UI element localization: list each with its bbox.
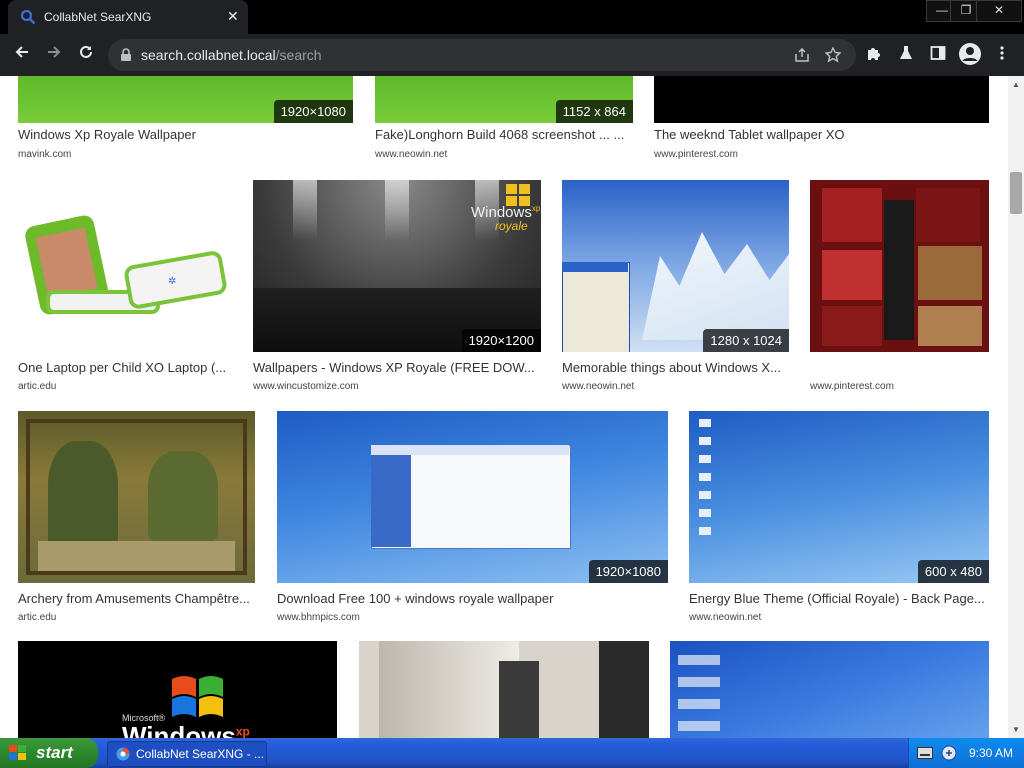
result-title[interactable]: Download Free 100 + windows royale wallp… (277, 591, 668, 606)
result-title[interactable]: The weeknd Tablet wallpaper XO (654, 127, 989, 142)
result-thumbnail[interactable]: 1152 x 864 (375, 76, 633, 123)
resolution-badge: 1920×1080 (588, 560, 668, 583)
close-window-button[interactable]: ✕ (976, 0, 1022, 22)
url-host: search.collabnet.local (141, 47, 276, 63)
resolution-badge: 600 x 480 (917, 560, 989, 583)
windows-flag-icon (172, 676, 223, 717)
close-tab-icon[interactable]: ✕ (227, 8, 239, 25)
share-icon[interactable] (794, 48, 810, 62)
browser-tab[interactable]: CollabNet SearXNG ✕ (8, 0, 248, 34)
page-scrollbar[interactable]: ▲ ▼ (1008, 76, 1024, 738)
windows-taskbar: start CollabNet SearXNG - ... 9:30 AM (0, 738, 1024, 768)
result-source: www.pinterest.com (654, 149, 738, 160)
address-bar[interactable]: search.collabnet.local/search (108, 39, 856, 71)
result-title[interactable]: Windows Xp Royale Wallpaper (18, 127, 353, 142)
search-icon (20, 9, 36, 25)
result-title[interactable]: One Laptop per Child XO Laptop (... (18, 360, 231, 375)
result-thumbnail[interactable] (18, 411, 255, 583)
taskbar-item-label: CollabNet SearXNG - ... (136, 747, 265, 761)
result-thumbnail[interactable]: Windowsxp royale 1920×1200 (253, 180, 541, 352)
scroll-up-icon[interactable]: ▲ (1012, 80, 1020, 89)
keyboard-icon[interactable] (917, 747, 933, 759)
tab-title: CollabNet SearXNG (44, 10, 152, 24)
arrow-right-icon (48, 46, 61, 58)
windows-flag-icon (9, 745, 26, 760)
result-thumbnail[interactable]: ✲ (18, 180, 231, 352)
result-thumbnail[interactable]: Microsoft® Windowsxp (18, 641, 337, 738)
lock-icon (121, 48, 131, 61)
start-label: start (36, 743, 73, 762)
result-thumbnail[interactable] (359, 641, 649, 738)
svg-text:✲: ✲ (168, 276, 176, 287)
labs-flask-icon[interactable] (898, 45, 914, 61)
result-source: artic.edu (18, 612, 57, 623)
result-title[interactable]: Energy Blue Theme (Official Royale) - Ba… (689, 591, 989, 606)
side-panel-icon[interactable] (930, 45, 946, 61)
clock: 9:30 AM (969, 746, 1014, 760)
result-source: www.neowin.net (375, 149, 448, 160)
resolution-badge: 1280 x 1024 (703, 329, 789, 352)
arrow-left-icon (15, 46, 28, 58)
result-source: www.wincustomize.com (253, 381, 359, 392)
url-text: search.collabnet.local/search (141, 47, 322, 63)
forward-button[interactable] (42, 43, 66, 67)
result-thumbnail[interactable]: 1920×1080 (18, 76, 353, 123)
scroll-down-icon[interactable]: ▼ (1012, 725, 1020, 734)
extensions-icon[interactable] (866, 45, 882, 61)
result-thumbnail[interactable]: 600 x 480 (689, 411, 989, 583)
title-bar: CollabNet SearXNG ✕ — ❐ ✕ (0, 0, 1024, 34)
result-thumbnail[interactable] (654, 76, 989, 123)
result-source: www.neowin.net (562, 381, 635, 392)
network-icon[interactable] (941, 745, 957, 761)
result-source: mavink.com (18, 149, 72, 160)
star-icon[interactable] (825, 47, 841, 63)
result-thumbnail[interactable]: 1280 x 1024 (562, 180, 789, 352)
result-thumbnail[interactable] (810, 180, 989, 352)
back-button[interactable] (10, 43, 34, 67)
result-thumbnail[interactable]: 1920×1080 (277, 411, 668, 583)
windows-xp-logo-text: Windowsxp (122, 721, 250, 738)
browser-icon (116, 747, 130, 761)
start-button[interactable]: start (0, 738, 98, 768)
scrollbar-thumb[interactable] (1010, 172, 1022, 214)
resolution-badge: 1920×1080 (273, 100, 353, 123)
taskbar-item-browser[interactable]: CollabNet SearXNG - ... (107, 741, 267, 767)
result-title[interactable]: Fake)Longhorn Build 4068 screenshot ... … (375, 127, 633, 142)
result-source: artic.edu (18, 381, 57, 392)
browser-toolbar: search.collabnet.local/search (0, 34, 1024, 76)
royale-logo-subtitle: royale (495, 219, 528, 233)
result-title[interactable]: Archery from Amusements Champêtre... (18, 591, 255, 606)
person-icon (962, 47, 978, 61)
reload-button[interactable] (74, 43, 98, 67)
xo-laptop-image: ✲ (25, 215, 227, 315)
system-tray: 9:30 AM (908, 738, 1024, 768)
result-source: www.neowin.net (689, 612, 762, 623)
result-title[interactable]: Wallpapers - Windows XP Royale (FREE DOW… (253, 360, 541, 375)
reload-icon (80, 45, 92, 58)
result-source: www.pinterest.com (810, 381, 894, 392)
resolution-badge: 1152 x 864 (555, 100, 633, 123)
result-thumbnail[interactable] (670, 641, 989, 738)
profile-avatar[interactable] (959, 43, 981, 65)
menu-kebab-icon[interactable] (994, 45, 1010, 61)
search-results-page: 1920×1080 Windows Xp Royale Wallpaper ma… (0, 76, 1008, 738)
resolution-badge: 1920×1200 (461, 329, 541, 352)
url-path: /search (275, 47, 322, 63)
result-source: www.bhmpics.com (277, 612, 360, 623)
result-title[interactable]: Memorable things about Windows X... (562, 360, 789, 375)
